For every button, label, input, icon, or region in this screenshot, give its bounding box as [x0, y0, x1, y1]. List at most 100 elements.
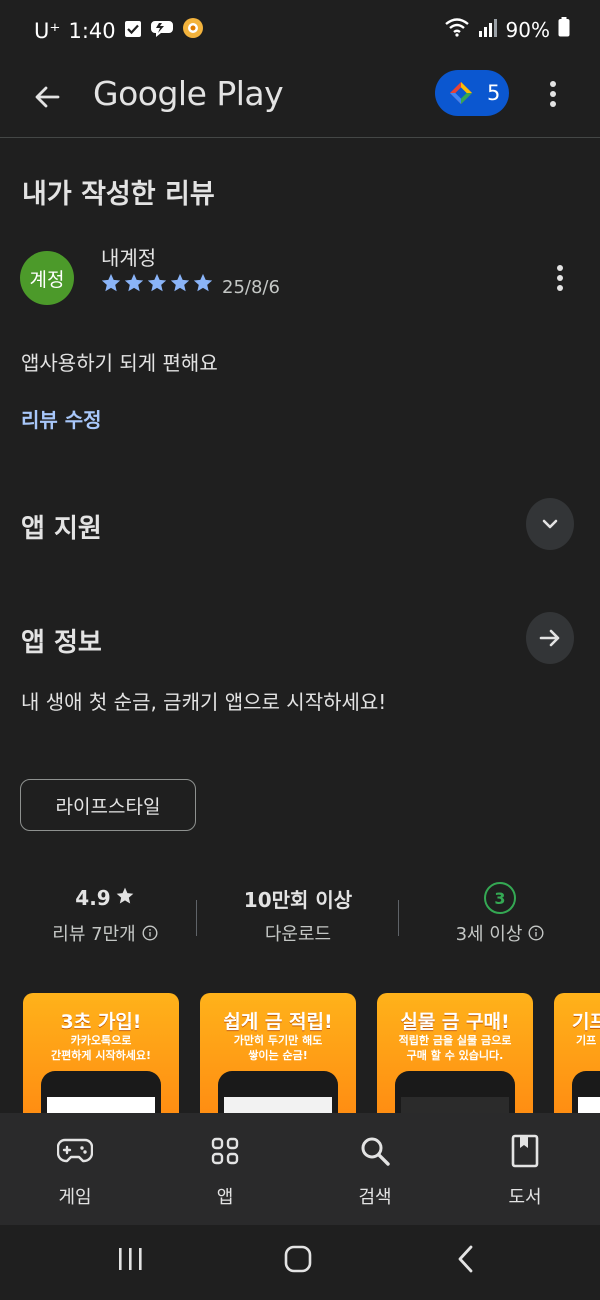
- back-button[interactable]: [22, 72, 72, 122]
- age-rating-badge: 3: [484, 882, 516, 914]
- age-rating-label: 3세 이상: [455, 924, 523, 945]
- google-play-title: Google Play: [93, 74, 284, 113]
- status-bar: U⁺ 1:40 90%: [0, 0, 600, 60]
- checkbox-notification-icon: [124, 19, 142, 43]
- arrow-right-icon: [539, 629, 560, 647]
- nav-books-label: 도서: [508, 1187, 542, 1208]
- nav-games-label: 게임: [58, 1187, 92, 1208]
- status-left: U⁺ 1:40: [34, 17, 204, 44]
- system-navigation-bar: [0, 1225, 600, 1300]
- battery-percent: 90%: [505, 17, 550, 42]
- recent-apps-icon: [119, 1248, 142, 1270]
- carrier-label: U⁺: [34, 18, 61, 43]
- app-support-title: 앱 지원: [21, 514, 102, 544]
- star-icon: [101, 273, 121, 292]
- info-icon: [142, 925, 158, 941]
- info-icon: [528, 925, 544, 941]
- phone-mockup: [41, 1071, 161, 1118]
- my-review-heading: 내가 작성한 리뷰: [22, 179, 215, 210]
- downloads-stat: 10만회 이상 다운로드: [208, 880, 388, 946]
- nav-games[interactable]: 게임: [0, 1113, 150, 1225]
- bottom-navigation: 게임 앱 검색 도서: [0, 1113, 600, 1225]
- app-bar: Google Play 5: [0, 60, 600, 138]
- app-support-expand-button[interactable]: [526, 498, 574, 550]
- screenshot-title: 기프: [572, 1011, 600, 1033]
- app-info-arrow-button[interactable]: [526, 612, 574, 664]
- star-icon: [193, 273, 213, 292]
- nav-search-label: 검색: [358, 1187, 392, 1208]
- review-count: 리뷰 7만개: [52, 924, 136, 945]
- app-stats: 4.9 리뷰 7만개 10만회 이상 다운로드 3 3세 이상: [0, 880, 600, 960]
- app-info-row[interactable]: 앱 정보: [0, 612, 600, 668]
- edit-review-link[interactable]: 리뷰 수정: [21, 404, 102, 433]
- play-points-icon: [450, 82, 472, 104]
- star-icon: [170, 273, 190, 292]
- screenshot-card[interactable]: 쉽게 금 적립! 가만히 두기만 해도 쌓이는 순금!: [200, 993, 356, 1118]
- search-icon: [355, 1131, 395, 1171]
- app-support-row[interactable]: 앱 지원: [0, 498, 600, 554]
- battery-icon: [558, 17, 570, 42]
- play-points-button[interactable]: 5: [435, 70, 509, 116]
- chevron-down-icon: [542, 519, 558, 529]
- stat-divider: [196, 900, 197, 936]
- screenshot-subtitle: 기프: [576, 1034, 597, 1047]
- screenshot-subtitle: 가만히 두기만 해도 쌓이는 순금!: [233, 1034, 323, 1062]
- downloads-label: 다운로드: [264, 924, 332, 945]
- arrow-left-icon: [35, 86, 60, 108]
- screenshot-card[interactable]: 기프 기프: [554, 993, 600, 1118]
- screenshot-title: 3초 가입!: [60, 1011, 142, 1033]
- content-rating-stat[interactable]: 3 3세 이상: [410, 880, 590, 946]
- star-rating: [100, 272, 214, 294]
- book-icon: [505, 1131, 545, 1171]
- phone-mockup: [395, 1071, 515, 1118]
- category-chip[interactable]: 라이프스타일: [20, 779, 196, 831]
- star-icon: [115, 886, 135, 911]
- app-notification-icon: [182, 17, 204, 44]
- star-icon: [124, 273, 144, 292]
- app-description: 내 생애 첫 순금, 금캐기 앱으로 시작하세요!: [21, 690, 387, 714]
- review-more-button[interactable]: [544, 260, 576, 296]
- reviewer-name: 내계정: [101, 246, 157, 270]
- screenshot-card[interactable]: 3초 가입! 카카오톡으로 간편하게 시작하세요!: [23, 993, 179, 1118]
- more-vertical-icon: [557, 265, 563, 291]
- more-vertical-icon: [550, 81, 556, 107]
- wifi-icon: [444, 17, 470, 42]
- system-back-button[interactable]: [442, 1239, 490, 1279]
- screenshot-card[interactable]: 실물 금 구매! 적립한 금을 실물 금으로 구매 할 수 있습니다.: [377, 993, 533, 1118]
- stat-divider: [398, 900, 399, 936]
- more-options-button[interactable]: [536, 72, 570, 116]
- phone-mockup: [218, 1071, 338, 1118]
- rating-sub-row: 리뷰 7만개: [20, 920, 190, 946]
- gamepad-icon: [55, 1131, 95, 1171]
- review-text: 앱사용하기 되게 편해요: [21, 351, 218, 375]
- screen: U⁺ 1:40 90% Google Play 5 내가 작성한 리뷰 계정 내…: [0, 0, 600, 1300]
- recent-apps-button[interactable]: [106, 1239, 154, 1279]
- avatar: 계정: [20, 251, 74, 305]
- chat-bubble-notification-icon: [150, 18, 174, 43]
- screenshot-title: 실물 금 구매!: [400, 1011, 510, 1033]
- age-sub-row: 3세 이상: [410, 920, 590, 946]
- chevron-left-icon: [458, 1245, 473, 1273]
- status-right: 90%: [444, 17, 570, 42]
- star-icon: [147, 273, 167, 292]
- review-date: 25/8/6: [222, 277, 280, 298]
- screenshot-subtitle: 적립한 금을 실물 금으로 구매 할 수 있습니다.: [398, 1034, 512, 1062]
- nav-books[interactable]: 도서: [450, 1113, 600, 1225]
- screenshot-title: 쉽게 금 적립!: [223, 1011, 333, 1033]
- app-info-title: 앱 정보: [21, 628, 102, 658]
- downloads-value: 10만회 이상: [243, 887, 353, 912]
- play-points-count: 5: [487, 81, 501, 105]
- rating-value: 4.9: [75, 886, 111, 910]
- clock: 1:40: [68, 18, 116, 43]
- screenshot-carousel[interactable]: 3초 가입! 카카오톡으로 간편하게 시작하세요! 쉽게 금 적립! 가만히 두…: [0, 993, 600, 1118]
- screenshot-subtitle: 카카오톡으로 간편하게 시작하세요!: [51, 1034, 151, 1062]
- age-badge-row: 3: [410, 880, 590, 916]
- nav-apps[interactable]: 앱: [150, 1113, 300, 1225]
- signal-icon: [478, 18, 498, 42]
- rating-stat[interactable]: 4.9 리뷰 7만개: [20, 880, 190, 946]
- apps-grid-icon: [205, 1131, 245, 1171]
- nav-search[interactable]: 검색: [300, 1113, 450, 1225]
- phone-mockup: [572, 1071, 600, 1118]
- home-button[interactable]: [274, 1239, 322, 1279]
- home-icon: [284, 1245, 312, 1273]
